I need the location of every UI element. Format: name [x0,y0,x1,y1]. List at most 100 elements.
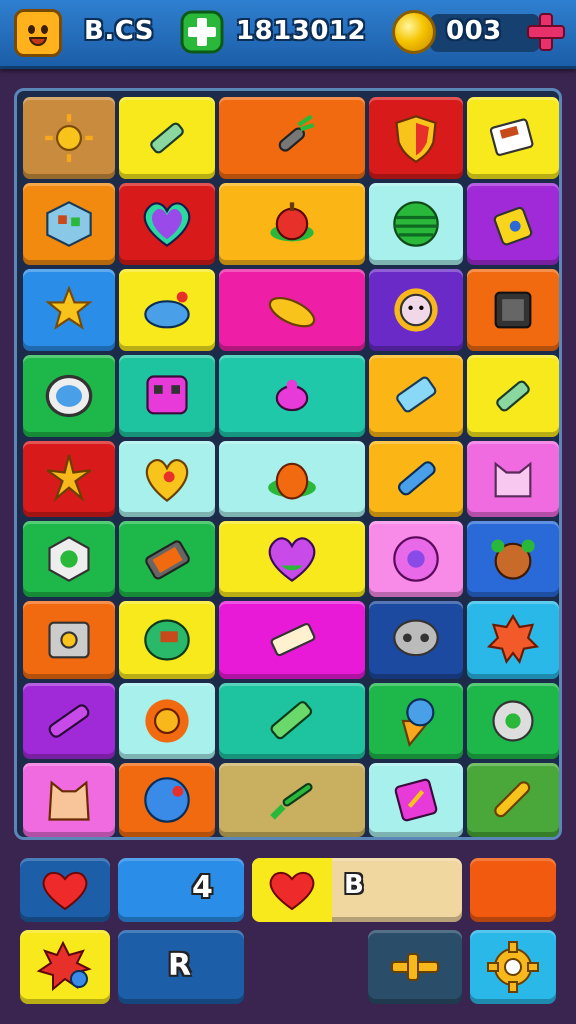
player-avatar-icon[interactable] [14,9,62,57]
gem-icon [48,536,90,582]
phone-icon [145,540,190,580]
board-tile[interactable] [467,441,559,517]
board-tile[interactable] [369,269,463,351]
board-tile[interactable] [369,183,463,265]
heart-icon [42,871,88,911]
board-tile[interactable] [467,683,559,759]
cat-icon [494,461,532,498]
board-tile[interactable] [219,521,365,597]
board-tile[interactable] [23,521,115,597]
board-tile[interactable] [219,763,365,837]
bag-icon [493,206,533,246]
board-tile[interactable] [467,521,559,597]
pencil-icon [48,704,90,738]
score-value: 1813012 [236,16,367,46]
lives-heart-slot[interactable] [20,858,110,922]
monkey-icon [491,539,535,580]
tube-icon [150,122,184,154]
board-tile[interactable] [369,97,463,179]
board-tile[interactable] [219,355,365,437]
board-tile[interactable] [219,601,365,679]
key-label: R [168,948,192,983]
gumstick-icon [270,701,313,740]
chip-icon [494,291,532,329]
candy-icon [268,297,316,328]
ball-icon [144,777,190,823]
board-tile[interactable] [119,441,215,517]
board-tile[interactable] [219,683,365,759]
stick-icon [494,781,531,818]
board-tile[interactable] [467,355,559,437]
board-tile[interactable] [119,183,215,265]
board-tile[interactable] [23,355,115,437]
blob-icon [144,619,190,661]
board-tile[interactable] [467,97,559,179]
ring-icon [45,374,93,418]
heart2-icon [145,458,189,503]
lives-counter: 4 [118,858,244,922]
book-icon [489,118,534,156]
board-tile[interactable] [219,97,365,179]
board-tile[interactable] [369,601,463,679]
card-icon [394,778,438,822]
sunface-icon [394,288,438,332]
board-tile[interactable] [23,601,115,679]
pumpkin-icon [268,462,316,500]
add-coins-icon[interactable] [526,12,566,52]
gear-icon [487,614,539,664]
catface-icon [48,780,90,821]
board-tile[interactable] [23,683,115,759]
board-tile[interactable] [467,763,559,837]
board-tile[interactable] [369,355,463,437]
heart-icon [143,202,191,247]
board-tile[interactable] [119,521,215,597]
game-board [14,88,562,840]
top-bar: B.CS 1813012 003 [0,0,576,69]
bug-icon [275,379,309,412]
board-tile[interactable] [23,269,115,351]
board-tile[interactable] [219,183,365,265]
board-tile[interactable] [219,269,365,351]
heart3-icon [268,537,316,582]
board-tile[interactable] [467,269,559,351]
board-tile[interactable] [23,97,115,179]
coin-icon [392,10,436,54]
board-tile[interactable] [23,763,115,837]
add-score-icon[interactable] [180,10,224,54]
board-tile[interactable] [119,97,215,179]
gear-icon [487,941,539,993]
board-tile[interactable] [369,521,463,597]
add-move-button[interactable] [368,930,462,1004]
board-tile[interactable] [119,601,215,679]
board-tile[interactable] [369,441,463,517]
bar-icon [270,622,316,657]
tube-icon [496,380,530,412]
board-tile[interactable] [119,683,215,759]
plus-icon [391,953,439,981]
board-tile[interactable] [23,441,115,517]
robot-icon [146,375,188,415]
board-tile[interactable] [369,763,463,837]
board-tile[interactable] [219,441,365,517]
empty-slot[interactable] [470,858,556,922]
board-tile[interactable] [119,355,215,437]
leaf-icon [144,291,190,329]
board-tile[interactable] [119,269,215,351]
melon-icon [393,201,439,247]
sparkle-icon [46,454,92,502]
star-icon [45,285,93,330]
powerup-bomb-button[interactable] [20,930,110,1004]
settings-button[interactable] [470,930,556,1004]
board-tile[interactable] [467,601,559,679]
hearts-counter: B [252,858,462,922]
cube-icon [46,201,92,247]
board-tile[interactable] [467,183,559,265]
key-button[interactable]: R [118,930,244,1004]
board-tile[interactable] [369,683,463,759]
spiky-bomb-icon [36,940,92,992]
board-tile[interactable] [119,763,215,837]
hearts-value: B [344,870,364,900]
button-icon [48,621,90,659]
board-tile[interactable] [23,183,115,265]
sunflower-icon [145,699,189,743]
